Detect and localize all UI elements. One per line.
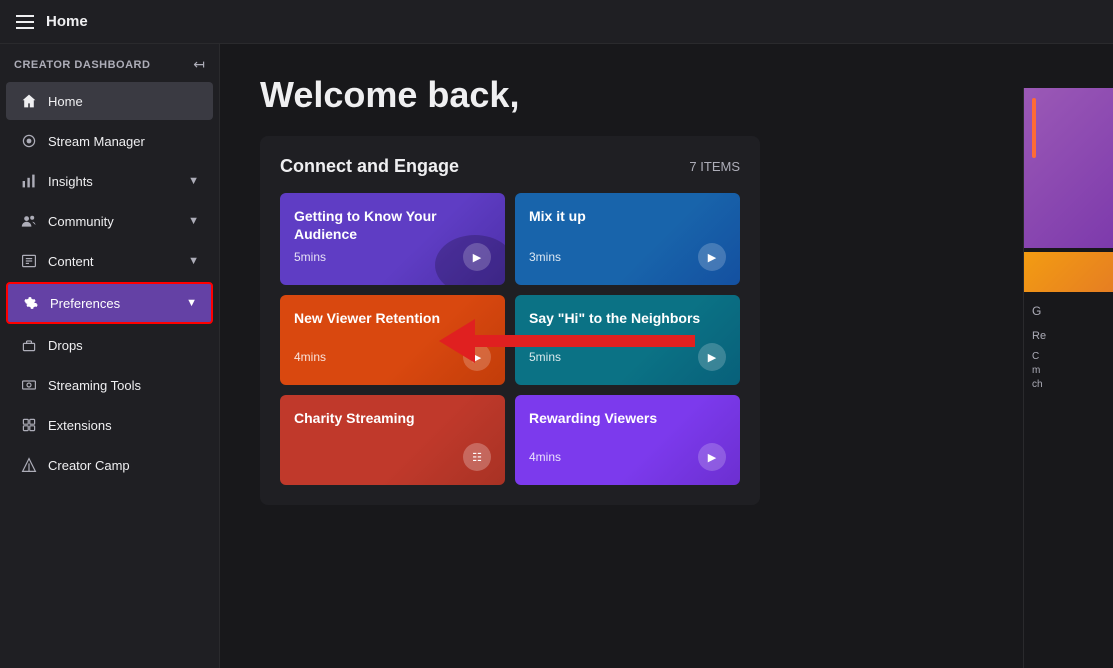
card-mix-it-up-duration: 3mins xyxy=(529,250,561,264)
card-mix-it-up-title: Mix it up xyxy=(529,207,726,225)
right-panel-card-2 xyxy=(1024,252,1113,292)
sidebar-item-content-label: Content xyxy=(48,254,178,269)
connect-count: 7 ITEMS xyxy=(689,159,740,174)
streaming-tools-icon xyxy=(20,376,38,394)
community-chevron-icon: ▼ xyxy=(188,215,199,227)
cards-grid: Getting to Know Your Audience 5mins ▶ Mi… xyxy=(280,193,740,485)
sidebar-item-insights-label: Insights xyxy=(48,174,178,189)
sidebar-item-creator-camp-label: Creator Camp xyxy=(48,458,199,473)
sidebar-item-extensions[interactable]: Extensions xyxy=(6,406,213,444)
card-getting-to-know[interactable]: Getting to Know Your Audience 5mins ▶ xyxy=(280,193,505,285)
topbar-title: Home xyxy=(46,13,88,30)
sidebar-collapse-button[interactable]: ↤ xyxy=(193,56,205,73)
card-mix-it-up[interactable]: Mix it up 3mins ▶ xyxy=(515,193,740,285)
card-charity-streaming-title: Charity Streaming xyxy=(294,409,491,427)
sidebar-item-insights[interactable]: Insights ▼ xyxy=(6,162,213,200)
card-new-viewer-title: New Viewer Retention xyxy=(294,309,491,327)
topbar: Home xyxy=(0,0,1113,44)
card-rewarding-viewers-duration: 4mins xyxy=(529,450,561,464)
card-say-hi-title: Say "Hi" to the Neighbors xyxy=(529,309,726,327)
sidebar-item-streaming-tools[interactable]: Streaming Tools xyxy=(6,366,213,404)
card-say-hi-duration: 5mins xyxy=(529,350,561,364)
card-rewarding-viewers-footer: 4mins ▶ xyxy=(529,443,726,471)
sidebar-header: CREATOR DASHBOARD ↤ xyxy=(0,44,219,81)
home-icon xyxy=(20,92,38,110)
sidebar-item-stream-manager-label: Stream Manager xyxy=(48,134,199,149)
extensions-icon xyxy=(20,416,38,434)
sidebar-item-drops[interactable]: Drops xyxy=(6,326,213,364)
card-say-hi-footer: 5mins ▶ xyxy=(529,343,726,371)
content-icon xyxy=(20,252,38,270)
card-rewarding-viewers-play[interactable]: ▶ xyxy=(698,443,726,471)
sidebar-item-preferences-label: Preferences xyxy=(50,296,176,311)
card-getting-to-know-duration: 5mins xyxy=(294,250,326,264)
community-icon xyxy=(20,212,38,230)
right-panel-text-1: G xyxy=(1024,296,1113,326)
sidebar-item-home[interactable]: Home xyxy=(6,82,213,120)
card-getting-to-know-title: Getting to Know Your Audience xyxy=(294,207,491,243)
sidebar-header-label: CREATOR DASHBOARD xyxy=(14,59,150,71)
card-charity-streaming-footer: ☷ xyxy=(294,443,491,471)
content-chevron-icon: ▼ xyxy=(188,255,199,267)
card-mix-it-up-play[interactable]: ▶ xyxy=(698,243,726,271)
right-panel-card-1 xyxy=(1024,88,1113,248)
card-say-hi[interactable]: Say "Hi" to the Neighbors 5mins ▶ xyxy=(515,295,740,385)
sidebar-item-drops-label: Drops xyxy=(48,338,199,353)
preferences-icon xyxy=(22,294,40,312)
right-edge-panel: G Re Cmch xyxy=(1023,88,1113,668)
sidebar-item-creator-camp[interactable]: Creator Camp xyxy=(6,446,213,484)
card-rewarding-viewers[interactable]: Rewarding Viewers 4mins ▶ xyxy=(515,395,740,485)
sidebar: CREATOR DASHBOARD ↤ Home Stream Manager … xyxy=(0,44,220,668)
sidebar-item-home-label: Home xyxy=(48,94,199,109)
insights-chevron-icon: ▼ xyxy=(188,175,199,187)
card-new-viewer-play[interactable]: ▶ xyxy=(463,343,491,371)
welcome-heading: Welcome back, xyxy=(220,44,1113,136)
card-new-viewer[interactable]: New Viewer Retention 4mins ▶ xyxy=(280,295,505,385)
main-layout: CREATOR DASHBOARD ↤ Home Stream Manager … xyxy=(0,44,1113,668)
sidebar-item-streaming-tools-label: Streaming Tools xyxy=(48,378,199,393)
connect-section: Connect and Engage 7 ITEMS Getting to Kn… xyxy=(260,136,760,505)
sidebar-item-content[interactable]: Content ▼ xyxy=(6,242,213,280)
card-new-viewer-footer: 4mins ▶ xyxy=(294,343,491,371)
sidebar-item-extensions-label: Extensions xyxy=(48,418,199,433)
sidebar-item-stream-manager[interactable]: Stream Manager xyxy=(6,122,213,160)
connect-header: Connect and Engage 7 ITEMS xyxy=(280,156,740,177)
card-charity-streaming[interactable]: Charity Streaming ☷ xyxy=(280,395,505,485)
card-mix-it-up-footer: 3mins ▶ xyxy=(529,243,726,271)
connect-title: Connect and Engage xyxy=(280,156,459,177)
card-new-viewer-duration: 4mins xyxy=(294,350,326,364)
card-say-hi-play[interactable]: ▶ xyxy=(698,343,726,371)
card-charity-streaming-doc[interactable]: ☷ xyxy=(463,443,491,471)
creator-camp-icon xyxy=(20,456,38,474)
hamburger-menu-button[interactable] xyxy=(16,15,34,29)
card-rewarding-viewers-title: Rewarding Viewers xyxy=(529,409,726,427)
sidebar-item-community[interactable]: Community ▼ xyxy=(6,202,213,240)
sidebar-item-community-label: Community xyxy=(48,214,178,229)
drops-icon xyxy=(20,336,38,354)
stream-manager-icon xyxy=(20,132,38,150)
sidebar-item-preferences[interactable]: Preferences ▼ xyxy=(6,282,213,324)
insights-icon xyxy=(20,172,38,190)
content-area: Welcome back, Connect and Engage 7 ITEMS… xyxy=(220,44,1113,668)
preferences-chevron-icon: ▼ xyxy=(186,297,197,309)
right-panel-text-3: Cmch xyxy=(1024,346,1113,396)
card-getting-to-know-footer: 5mins ▶ xyxy=(294,243,491,271)
card-getting-to-know-play[interactable]: ▶ xyxy=(463,243,491,271)
right-panel-text-2: Re xyxy=(1024,326,1113,346)
